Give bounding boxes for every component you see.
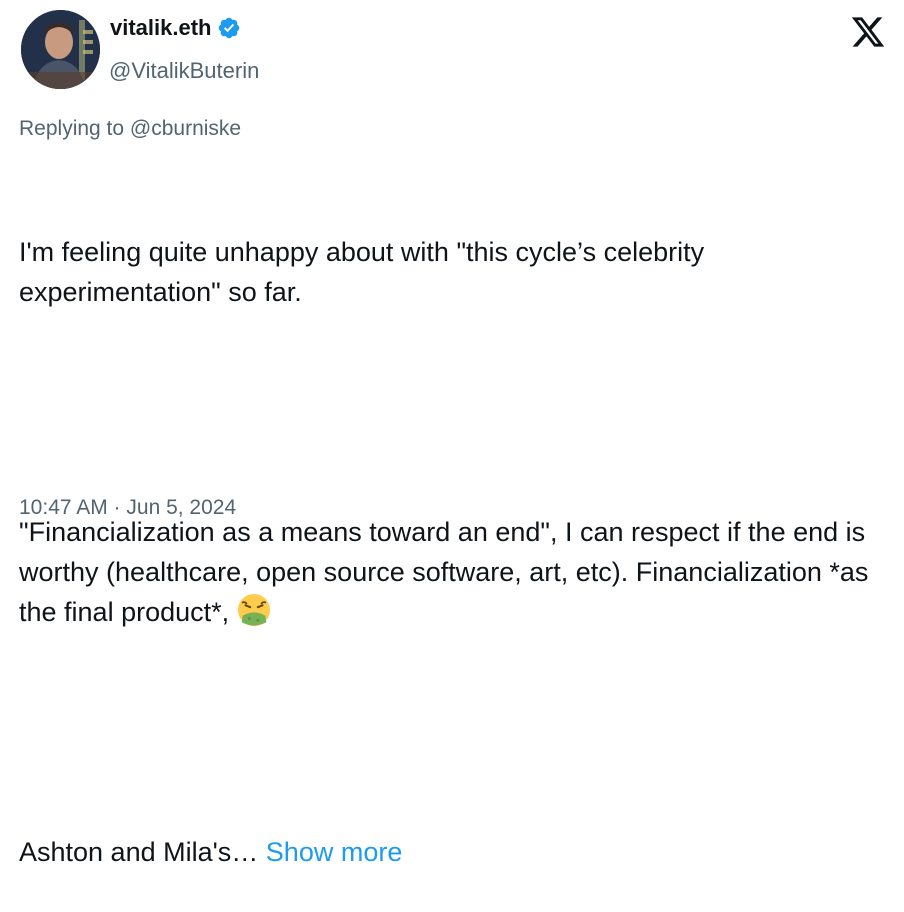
tweet-text: I'm feeling quite unhappy about with "th… (19, 152, 899, 912)
avatar[interactable] (21, 10, 100, 89)
tweet-truncated-text: Ashton and Mila's… (19, 837, 259, 867)
avatar-photo (21, 10, 100, 89)
tweet-paragraph: "Financialization as a means toward an e… (19, 512, 899, 632)
x-logo-icon[interactable] (850, 14, 886, 50)
author-handle[interactable]: @VitalikButerin (109, 58, 259, 84)
tweet-paragraph-text: "Financialization as a means toward an e… (19, 517, 876, 627)
tweet-paragraph: Ashton and Mila's… Show more (19, 832, 899, 872)
verified-badge-icon (219, 17, 240, 39)
tweet-timestamp[interactable]: 10:47 AM · Jun 5, 2024 (19, 496, 236, 520)
show-more-link[interactable]: Show more (266, 837, 403, 867)
tweet-paragraph: I'm feeling quite unhappy about with "th… (19, 237, 712, 307)
author-display-name[interactable]: vitalik.eth (110, 15, 211, 41)
replying-to[interactable]: Replying to @cburniske (19, 117, 241, 141)
nauseated-face-emoji (238, 593, 271, 627)
